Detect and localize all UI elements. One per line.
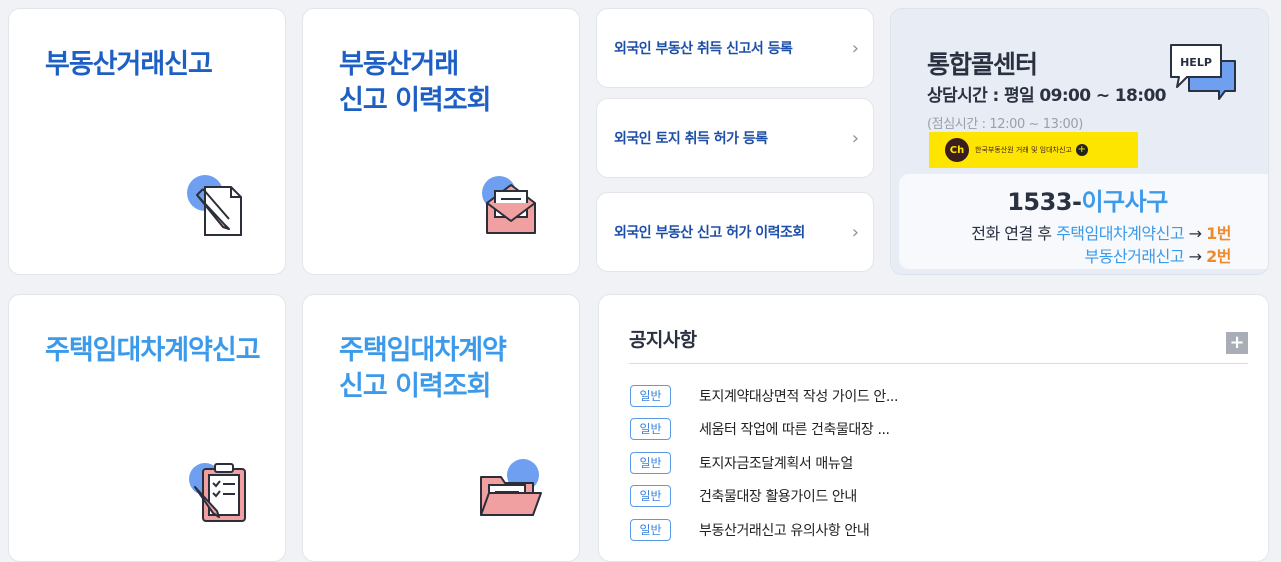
tile-title: 주택임대차계약 신고 이력조회 xyxy=(339,335,507,402)
realestate-report-tile[interactable]: 부동산거래신고 xyxy=(8,8,286,275)
notice-item-title[interactable]: 부동산거래신고 유의사항 안내 xyxy=(699,520,870,540)
notice-item[interactable]: 일반 부동산거래신고 유의사항 안내 xyxy=(630,513,1210,547)
chevron-right-icon: › xyxy=(851,221,859,243)
notice-item-title[interactable]: 토지계약대상면적 작성 가이드 안... xyxy=(699,386,898,406)
chevron-right-icon: › xyxy=(851,37,859,59)
callcenter-panel: 통합콜센터 상담시간 : 평일 09:00 ~ 18:00 (점심시간 : 12… xyxy=(890,8,1269,275)
category-badge: 일반 xyxy=(630,518,671,541)
notice-item-title[interactable]: 세움터 작업에 따른 건축물대장 ... xyxy=(699,419,890,439)
notice-item[interactable]: 일반 건축물대장 활용가이드 안내 xyxy=(630,480,1210,514)
link-label: 외국인 부동산 신고 허가 이력조회 xyxy=(614,225,805,241)
help-bubble-icon: HELP xyxy=(1167,41,1239,103)
kakao-channel-icon: Ch xyxy=(945,138,969,162)
kakao-channel-button[interactable]: Ch 한국부동산원 거래 및 임대차신고 + xyxy=(929,132,1138,168)
notice-item[interactable]: 일반 토지계약대상면적 작성 가이드 안... xyxy=(630,379,1210,413)
callcenter-hours: 상담시간 : 평일 09:00 ~ 18:00 xyxy=(927,86,1167,106)
kakao-channel-label: 한국부동산원 거래 및 임대차신고 xyxy=(975,146,1072,154)
lease-report-tile[interactable]: 주택임대차계약신고 xyxy=(8,294,286,562)
plus-icon: + xyxy=(1075,144,1088,156)
clipboard-checklist-icon xyxy=(183,455,263,535)
link-foreign-permit-history[interactable]: 외국인 부동산 신고 허가 이력조회 › xyxy=(596,192,874,272)
notice-panel: 공지사항 + 일반 토지계약대상면적 작성 가이드 안... 일반 세움터 작업… xyxy=(598,294,1269,562)
link-foreign-land-permit[interactable]: 외국인 토지 취득 허가 등록 › xyxy=(596,98,874,178)
notice-item[interactable]: 일반 세움터 작업에 따른 건축물대장 ... xyxy=(630,413,1210,447)
phone-number: 1533-이구사구 xyxy=(1007,188,1168,216)
notice-title: 공지사항 xyxy=(629,329,697,351)
notice-item-title[interactable]: 건축물대장 활용가이드 안내 xyxy=(699,486,857,506)
link-label: 외국인 부동산 취득 신고서 등록 xyxy=(614,41,793,57)
notice-item-title[interactable]: 토지자금조달계획서 매뉴얼 xyxy=(699,453,853,473)
link-label: 외국인 토지 취득 허가 등록 xyxy=(614,131,768,147)
tile-title: 주택임대차계약신고 xyxy=(45,335,261,366)
category-badge: 일반 xyxy=(630,451,671,474)
callcenter-lunch: (점심시간 : 12:00 ~ 13:00) xyxy=(927,117,1083,132)
lease-history-tile[interactable]: 주택임대차계약 신고 이력조회 xyxy=(302,294,580,562)
category-badge: 일반 xyxy=(630,384,671,407)
realestate-history-tile[interactable]: 부동산거래 신고 이력조회 xyxy=(302,8,580,275)
phone-option-2: 부동산거래신고 → 2번 xyxy=(1084,247,1232,266)
phone-option-1: 전화 연결 후 주택임대차계약신고 → 1번 xyxy=(971,224,1231,243)
tile-title: 부동산거래신고 xyxy=(45,49,213,80)
notice-item[interactable]: 일반 토지자금조달계획서 매뉴얼 xyxy=(630,446,1210,480)
chevron-right-icon: › xyxy=(851,127,859,149)
callcenter-title: 통합콜센터 xyxy=(927,50,1038,79)
help-text: HELP xyxy=(1180,56,1212,69)
tile-title: 부동산거래 신고 이력조회 xyxy=(339,49,491,116)
notice-list: 일반 토지계약대상면적 작성 가이드 안... 일반 세움터 작업에 따른 건축… xyxy=(630,379,1210,547)
category-badge: 일반 xyxy=(630,485,671,508)
document-pen-icon xyxy=(183,173,263,253)
folder-open-icon xyxy=(475,455,555,535)
phone-box: 1533-이구사구 전화 연결 후 주택임대차계약신고 → 1번 부동산거래신고… xyxy=(899,174,1268,269)
notice-more-button[interactable]: + xyxy=(1226,332,1248,354)
divider xyxy=(629,363,1248,364)
envelope-letter-icon xyxy=(475,173,555,253)
link-foreign-realestate-acquisition[interactable]: 외국인 부동산 취득 신고서 등록 › xyxy=(596,8,874,88)
category-badge: 일반 xyxy=(630,418,671,441)
